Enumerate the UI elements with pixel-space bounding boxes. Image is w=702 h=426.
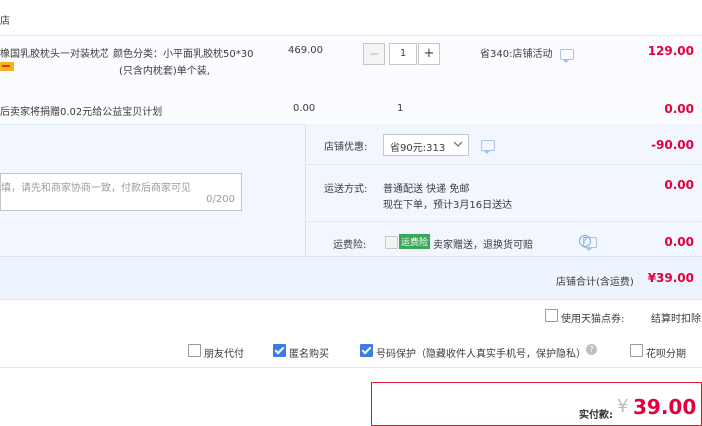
privacy-checkbox[interactable] (360, 344, 373, 357)
payment-currency: ¥ (617, 396, 629, 417)
insurance-label: 运费险: (333, 240, 367, 251)
buyer-message-input[interactable]: 填，请先和商家协商一致，付款后商家可见 0/200 (0, 173, 242, 211)
message-placeholder: 填，请先和商家协商一致，付款后商家可见 (1, 183, 191, 194)
discount-label: 店铺优惠: (324, 142, 368, 153)
tmall-points-checkbox[interactable] (545, 309, 558, 322)
divider (305, 221, 702, 222)
shop-name[interactable]: 店 (0, 12, 10, 27)
discount-select[interactable]: 省90元:313 (383, 134, 469, 156)
anonymous-label: 匿名购买 (289, 349, 329, 360)
promo-text: 省340:店铺活动 (480, 49, 553, 60)
quantity-minus-button[interactable]: − (363, 43, 385, 65)
charity-price: 0.00 (293, 103, 316, 114)
tmall-points-label: 使用天猫点券: (561, 314, 625, 325)
item-promo: 省340:店铺活动 (480, 45, 574, 63)
payment-summary: 实付款: ¥ 39.00 (371, 382, 702, 426)
shipping-label: 运送方式: (324, 184, 368, 195)
quantity-plus-button[interactable]: + (418, 43, 440, 65)
privacy-label: 号码保护（隐藏收件人真实手机号，保护隐私） (376, 349, 586, 360)
chevron-down-icon (453, 141, 463, 147)
divider (305, 164, 702, 165)
discount-select-value: 省90元:313 (390, 143, 446, 154)
charity-text: 后卖家将捐赠0.02元给公益宝贝计划 (0, 107, 163, 118)
anonymous-checkbox[interactable] (273, 344, 286, 357)
charity-subtotal: 0.00 (664, 102, 694, 116)
item-subtotal: 129.00 (647, 44, 694, 58)
item-spec-line1: 颜色分类：小平面乳胶枕50*30 (113, 49, 254, 60)
huabei-checkbox[interactable] (630, 344, 643, 357)
message-icon[interactable] (559, 48, 574, 63)
tmall-card-icon (0, 62, 14, 71)
item-price: 469.00 (288, 45, 323, 56)
settle-label: 结算时扣除 (651, 314, 701, 325)
help-icon[interactable]: ? (586, 344, 597, 355)
insurance-badge: 运费险 (399, 234, 431, 249)
store-total-value: ¥39.00 (647, 271, 694, 285)
insurance-value: 0.00 (664, 235, 694, 249)
store-total-label: 店铺合计(含运费) (556, 277, 634, 288)
huabei-label: 花呗分期 (646, 349, 686, 360)
message-counter: 0/200 (206, 194, 235, 205)
item-title[interactable]: 橡国乳胶枕头一对装枕芯... (0, 45, 108, 60)
shipping-value: 0.00 (664, 178, 694, 192)
friend-pay-label: 朋友代付 (204, 349, 244, 360)
insurance-checkbox[interactable] (385, 236, 398, 249)
payment-label: 实付款: (579, 410, 613, 421)
payment-amount: 39.00 (633, 395, 697, 419)
shipping-method: 普通配送 快递 免邮 (383, 184, 470, 195)
divider (0, 367, 702, 368)
help-icon[interactable]: ? (579, 235, 591, 247)
discount-value: -90.00 (651, 138, 694, 152)
insurance-text: 卖家赠送，退换货可赔 (433, 240, 533, 251)
message-icon[interactable] (481, 140, 495, 154)
shipping-eta: 现在下单，预计3月16日送达 (383, 200, 513, 211)
charity-quantity: 1 (397, 103, 404, 114)
friend-pay-checkbox[interactable] (188, 344, 201, 357)
quantity-stepper: − 1 + (363, 43, 440, 65)
item-spec-line2: (只含内枕套)单个装, (119, 66, 210, 77)
quantity-input[interactable]: 1 (389, 43, 417, 65)
